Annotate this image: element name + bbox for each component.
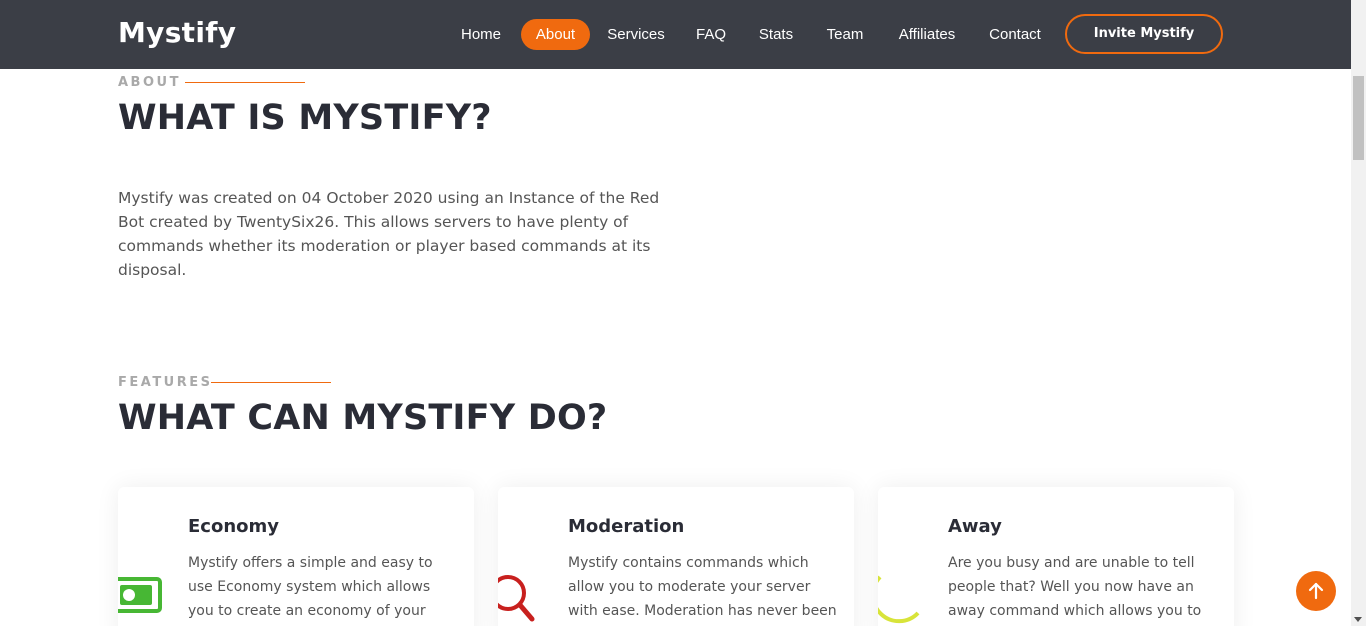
feature-card-text: Mystify contains commands which allow yo… <box>568 555 837 619</box>
nav-item-stats[interactable]: Stats <box>750 19 802 50</box>
moon-icon <box>878 573 924 626</box>
nav-item-team[interactable]: Team <box>818 19 872 50</box>
nav-item-affiliates[interactable]: Affiliates <box>889 19 965 50</box>
feature-card-title: Moderation <box>568 516 685 537</box>
features-heading: WHAT CAN MYSTIFY DO? <box>118 398 608 438</box>
brand-logo[interactable]: Mystify <box>118 16 236 49</box>
about-kicker: ABOUT <box>118 75 181 90</box>
feature-card-away: Away Are you busy and are unable to tell… <box>878 487 1234 626</box>
features-kicker: FEATURES <box>118 375 213 390</box>
invite-button[interactable]: Invite Mystify <box>1065 14 1223 54</box>
nav-item-faq[interactable]: FAQ <box>688 19 734 50</box>
nav-item-home[interactable]: Home <box>451 19 511 50</box>
feature-card-text: Mystify offers a simple and easy to use … <box>188 555 433 619</box>
nav-item-contact[interactable]: Contact <box>981 19 1049 50</box>
feature-card-economy: Economy Mystify offers a simple and easy… <box>118 487 474 626</box>
magnifier-icon <box>498 573 544 626</box>
about-heading: WHAT IS MYSTIFY? <box>118 98 492 138</box>
scrollbar-thumb[interactable] <box>1353 76 1364 160</box>
feature-card-text: Are you busy and are unable to tell peop… <box>948 555 1202 619</box>
nav-item-about[interactable]: About <box>521 19 590 50</box>
money-icon <box>118 573 164 626</box>
features-kicker-line <box>211 382 331 383</box>
back-to-top-button[interactable] <box>1296 571 1336 611</box>
about-kicker-line <box>185 82 305 83</box>
arrow-up-icon <box>1308 582 1324 600</box>
feature-card-title: Economy <box>188 516 280 537</box>
scroll-down-arrow-icon[interactable] <box>1354 617 1362 622</box>
feature-card-title: Away <box>948 516 1002 537</box>
page-scrollbar[interactable] <box>1351 0 1366 626</box>
nav-item-services[interactable]: Services <box>600 19 672 50</box>
site-header: Mystify Home About Services FAQ Stats Te… <box>0 0 1351 69</box>
about-description: Mystify was created on 04 October 2020 u… <box>118 189 660 279</box>
feature-card-moderation: Moderation Mystify contains commands whi… <box>498 487 854 626</box>
